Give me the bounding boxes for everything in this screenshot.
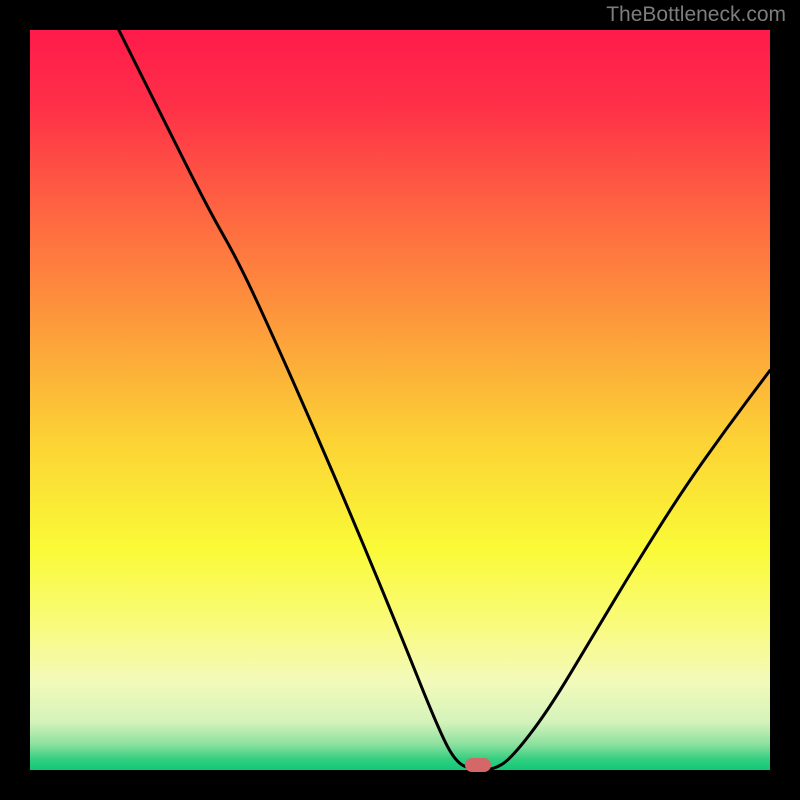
chart-frame: TheBottleneck.com	[0, 0, 800, 800]
plot-area	[30, 30, 770, 770]
attribution-text: TheBottleneck.com	[606, 3, 786, 27]
heat-gradient	[30, 30, 770, 770]
optimal-point-marker	[465, 758, 491, 772]
